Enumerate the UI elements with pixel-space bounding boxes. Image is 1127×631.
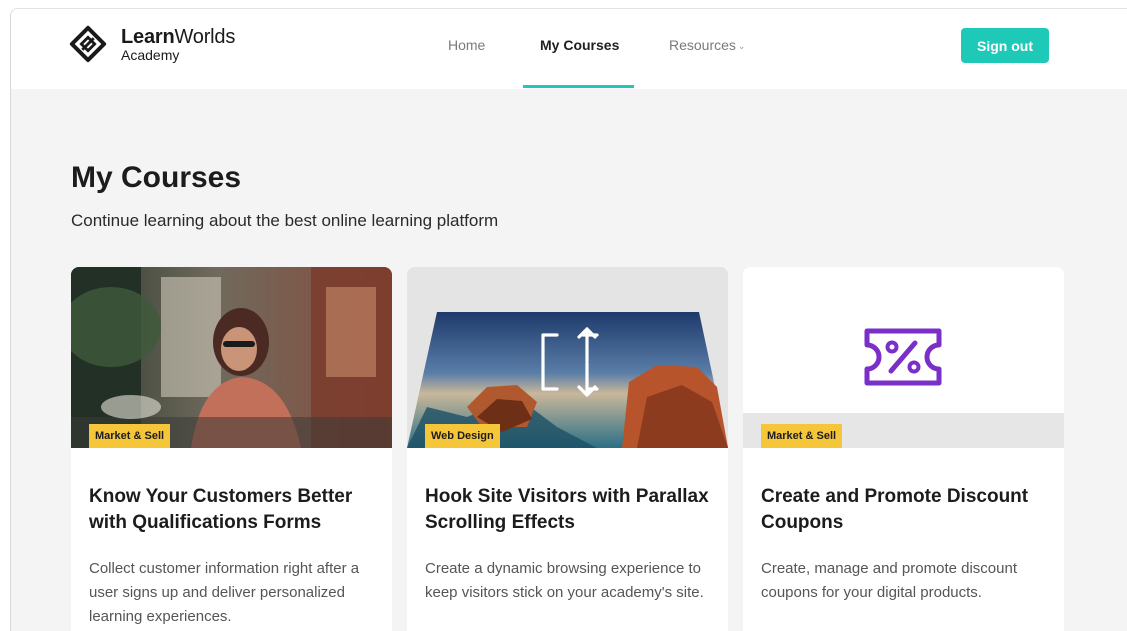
woman-at-desk-photo	[71, 267, 392, 448]
category-badge: Market & Sell	[89, 424, 171, 448]
course-title[interactable]: Create and Promote Discount Coupons	[761, 484, 1051, 536]
course-image-coupon: Market & Sell	[743, 267, 1064, 448]
nav-home[interactable]: Home	[448, 37, 485, 53]
category-badge: Market & Sell	[761, 424, 843, 448]
learnworlds-logo-icon	[69, 25, 107, 63]
sign-out-button[interactable]: Sign out	[961, 28, 1049, 63]
page-title: My Courses	[71, 161, 242, 194]
course-description: Collect customer information right after…	[89, 560, 360, 625]
discount-coupon-icon	[864, 328, 942, 386]
parallax-landscape-with-scroll-icon	[407, 267, 728, 448]
chevron-down-icon: ⌄	[737, 41, 746, 51]
nav-my-courses[interactable]: My Courses	[540, 37, 619, 53]
course-card[interactable]: Web Design Hook Site Visitors with Paral…	[407, 267, 728, 631]
course-description: Create a dynamic browsing experience to …	[425, 560, 704, 601]
active-tab-indicator	[523, 85, 634, 88]
course-image-woman-at-desk: Market & Sell	[71, 267, 392, 448]
site-header: LearnWorlds Academy Home My Courses Reso…	[11, 9, 1127, 89]
course-card[interactable]: Market & Sell Know Your Customers Better…	[71, 267, 392, 631]
browser-viewport: LearnWorlds Academy Home My Courses Reso…	[10, 8, 1127, 631]
brand-name: LearnWorlds	[121, 25, 236, 48]
course-image-parallax: Web Design	[407, 267, 728, 448]
course-title[interactable]: Hook Site Visitors with Parallax Scrolli…	[425, 484, 715, 536]
brand-subtitle: Academy	[121, 46, 180, 63]
nav-resources[interactable]: Resources ⌄	[669, 37, 745, 53]
course-title[interactable]: Know Your Customers Better with Qualific…	[89, 484, 379, 536]
page-subtitle: Continue learning about the best online …	[71, 211, 499, 230]
brand-logo[interactable]: LearnWorlds Academy	[69, 25, 235, 63]
course-card[interactable]: Market & Sell Create and Promote Discoun…	[743, 267, 1064, 631]
category-badge: Web Design	[425, 424, 500, 448]
course-description: Create, manage and promote discount coup…	[761, 560, 1017, 601]
